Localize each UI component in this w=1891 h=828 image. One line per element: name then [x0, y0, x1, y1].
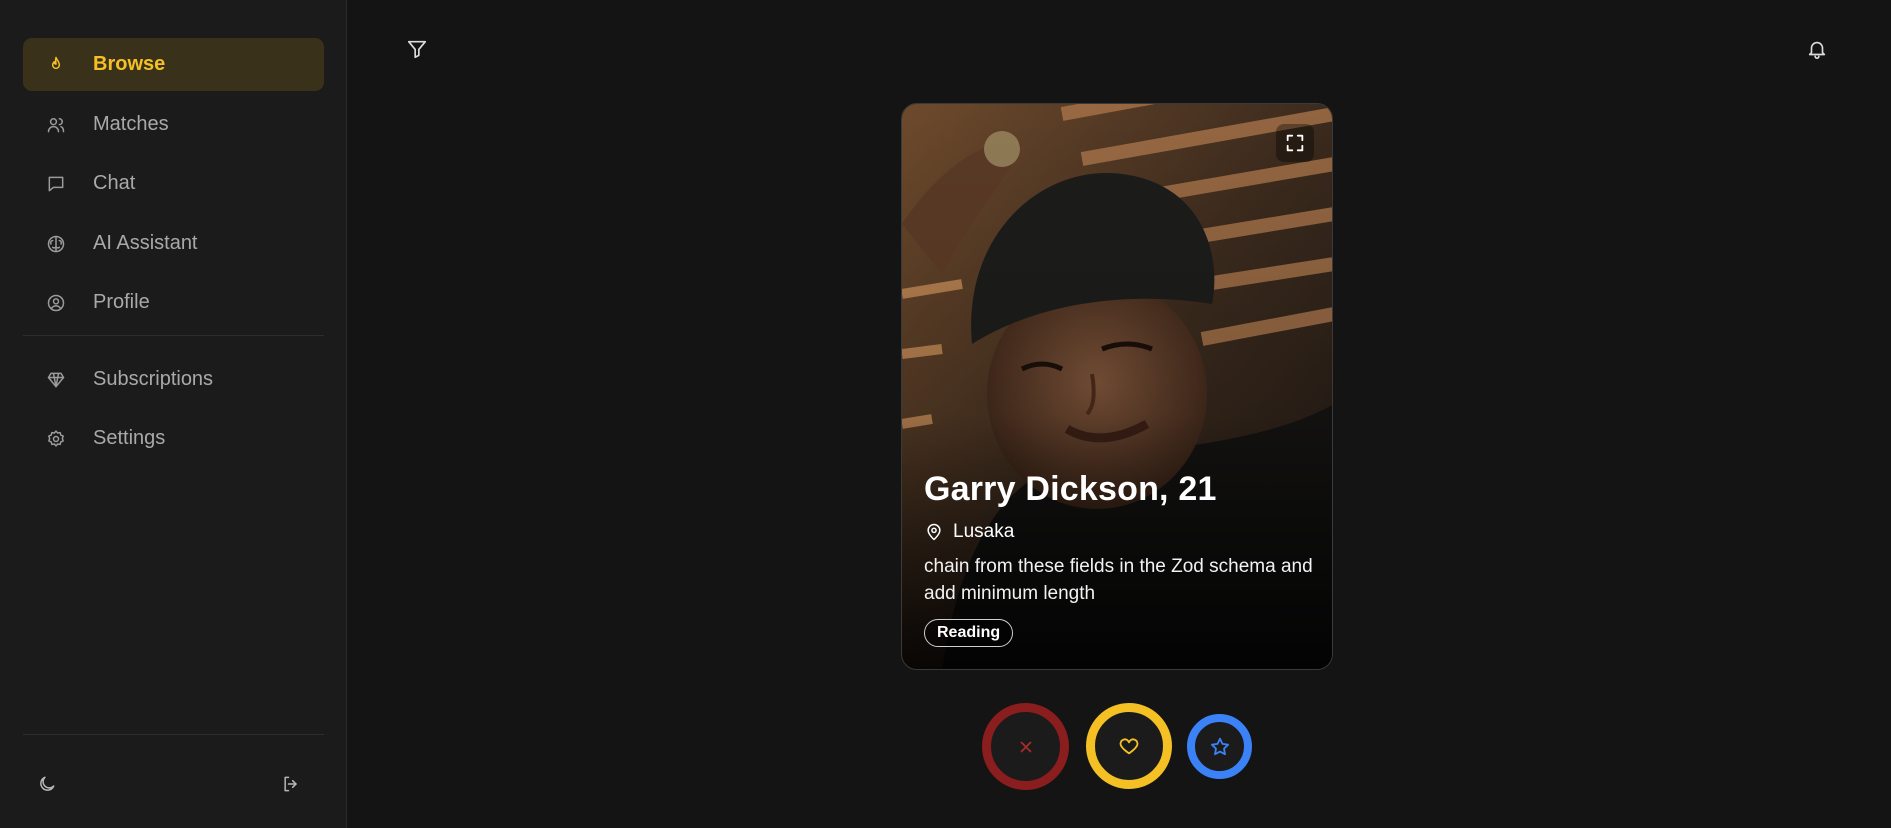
star-icon	[1210, 737, 1229, 755]
sidebar-item-subscriptions[interactable]: Subscriptions	[23, 353, 324, 406]
sidebar-item-profile[interactable]: Profile	[23, 276, 324, 329]
profile-info: Garry Dickson, 21 Lusaka chain from thes…	[924, 470, 1314, 647]
users-icon	[45, 114, 67, 136]
chat-icon	[45, 173, 67, 195]
pass-button[interactable]	[982, 703, 1069, 790]
like-button[interactable]	[1086, 703, 1172, 789]
sidebar-item-label: Chat	[93, 172, 136, 194]
user-circle-icon	[45, 292, 67, 314]
profile-location: Lusaka	[924, 521, 1314, 543]
map-pin-icon	[927, 523, 941, 541]
profile-card[interactable]: Garry Dickson, 21 Lusaka chain from thes…	[901, 103, 1333, 670]
sidebar-item-label: Matches	[93, 113, 169, 135]
flame-icon	[45, 54, 67, 76]
sidebar-item-label: Subscriptions	[93, 368, 214, 390]
sidebar-item-label: Browse	[93, 53, 166, 75]
superlike-button[interactable]	[1187, 714, 1252, 779]
sidebar-item-label: AI Assistant	[93, 232, 198, 254]
sidebar-item-label: Profile	[93, 291, 150, 313]
profile-name-age: Garry Dickson, 21	[924, 470, 1217, 508]
sidebar-item-ai-assistant[interactable]: AI Assistant	[23, 217, 324, 270]
sidebar-divider	[23, 335, 324, 336]
sidebar-item-settings[interactable]: Settings	[23, 412, 324, 465]
heart-icon	[1119, 738, 1139, 755]
profile-location-text: Lusaka	[953, 521, 1015, 542]
x-icon	[1020, 741, 1031, 752]
expand-icon	[1286, 134, 1304, 152]
bell-icon[interactable]	[1802, 34, 1832, 64]
gem-icon	[45, 369, 67, 391]
logout-icon[interactable]	[278, 771, 304, 797]
brain-icon	[45, 233, 67, 255]
sidebar-item-chat[interactable]: Chat	[23, 157, 324, 210]
sidebar-item-label: Settings	[93, 427, 166, 449]
filter-icon[interactable]	[402, 34, 432, 64]
profile-bio: chain from these fields in the Zod schem…	[924, 556, 1313, 604]
interest-tag: Reading	[924, 619, 1014, 647]
sidebar: Browse Matches Chat AI Assistant Profile	[0, 0, 347, 828]
expand-photo-button[interactable]	[1276, 124, 1314, 162]
sidebar-item-browse[interactable]: Browse	[23, 38, 324, 91]
gear-icon	[45, 428, 67, 450]
moon-icon[interactable]	[34, 771, 60, 797]
app-root: Browse Matches Chat AI Assistant Profile	[0, 0, 1891, 828]
sidebar-item-matches[interactable]: Matches	[23, 98, 324, 151]
sidebar-bottom-divider	[23, 734, 324, 735]
